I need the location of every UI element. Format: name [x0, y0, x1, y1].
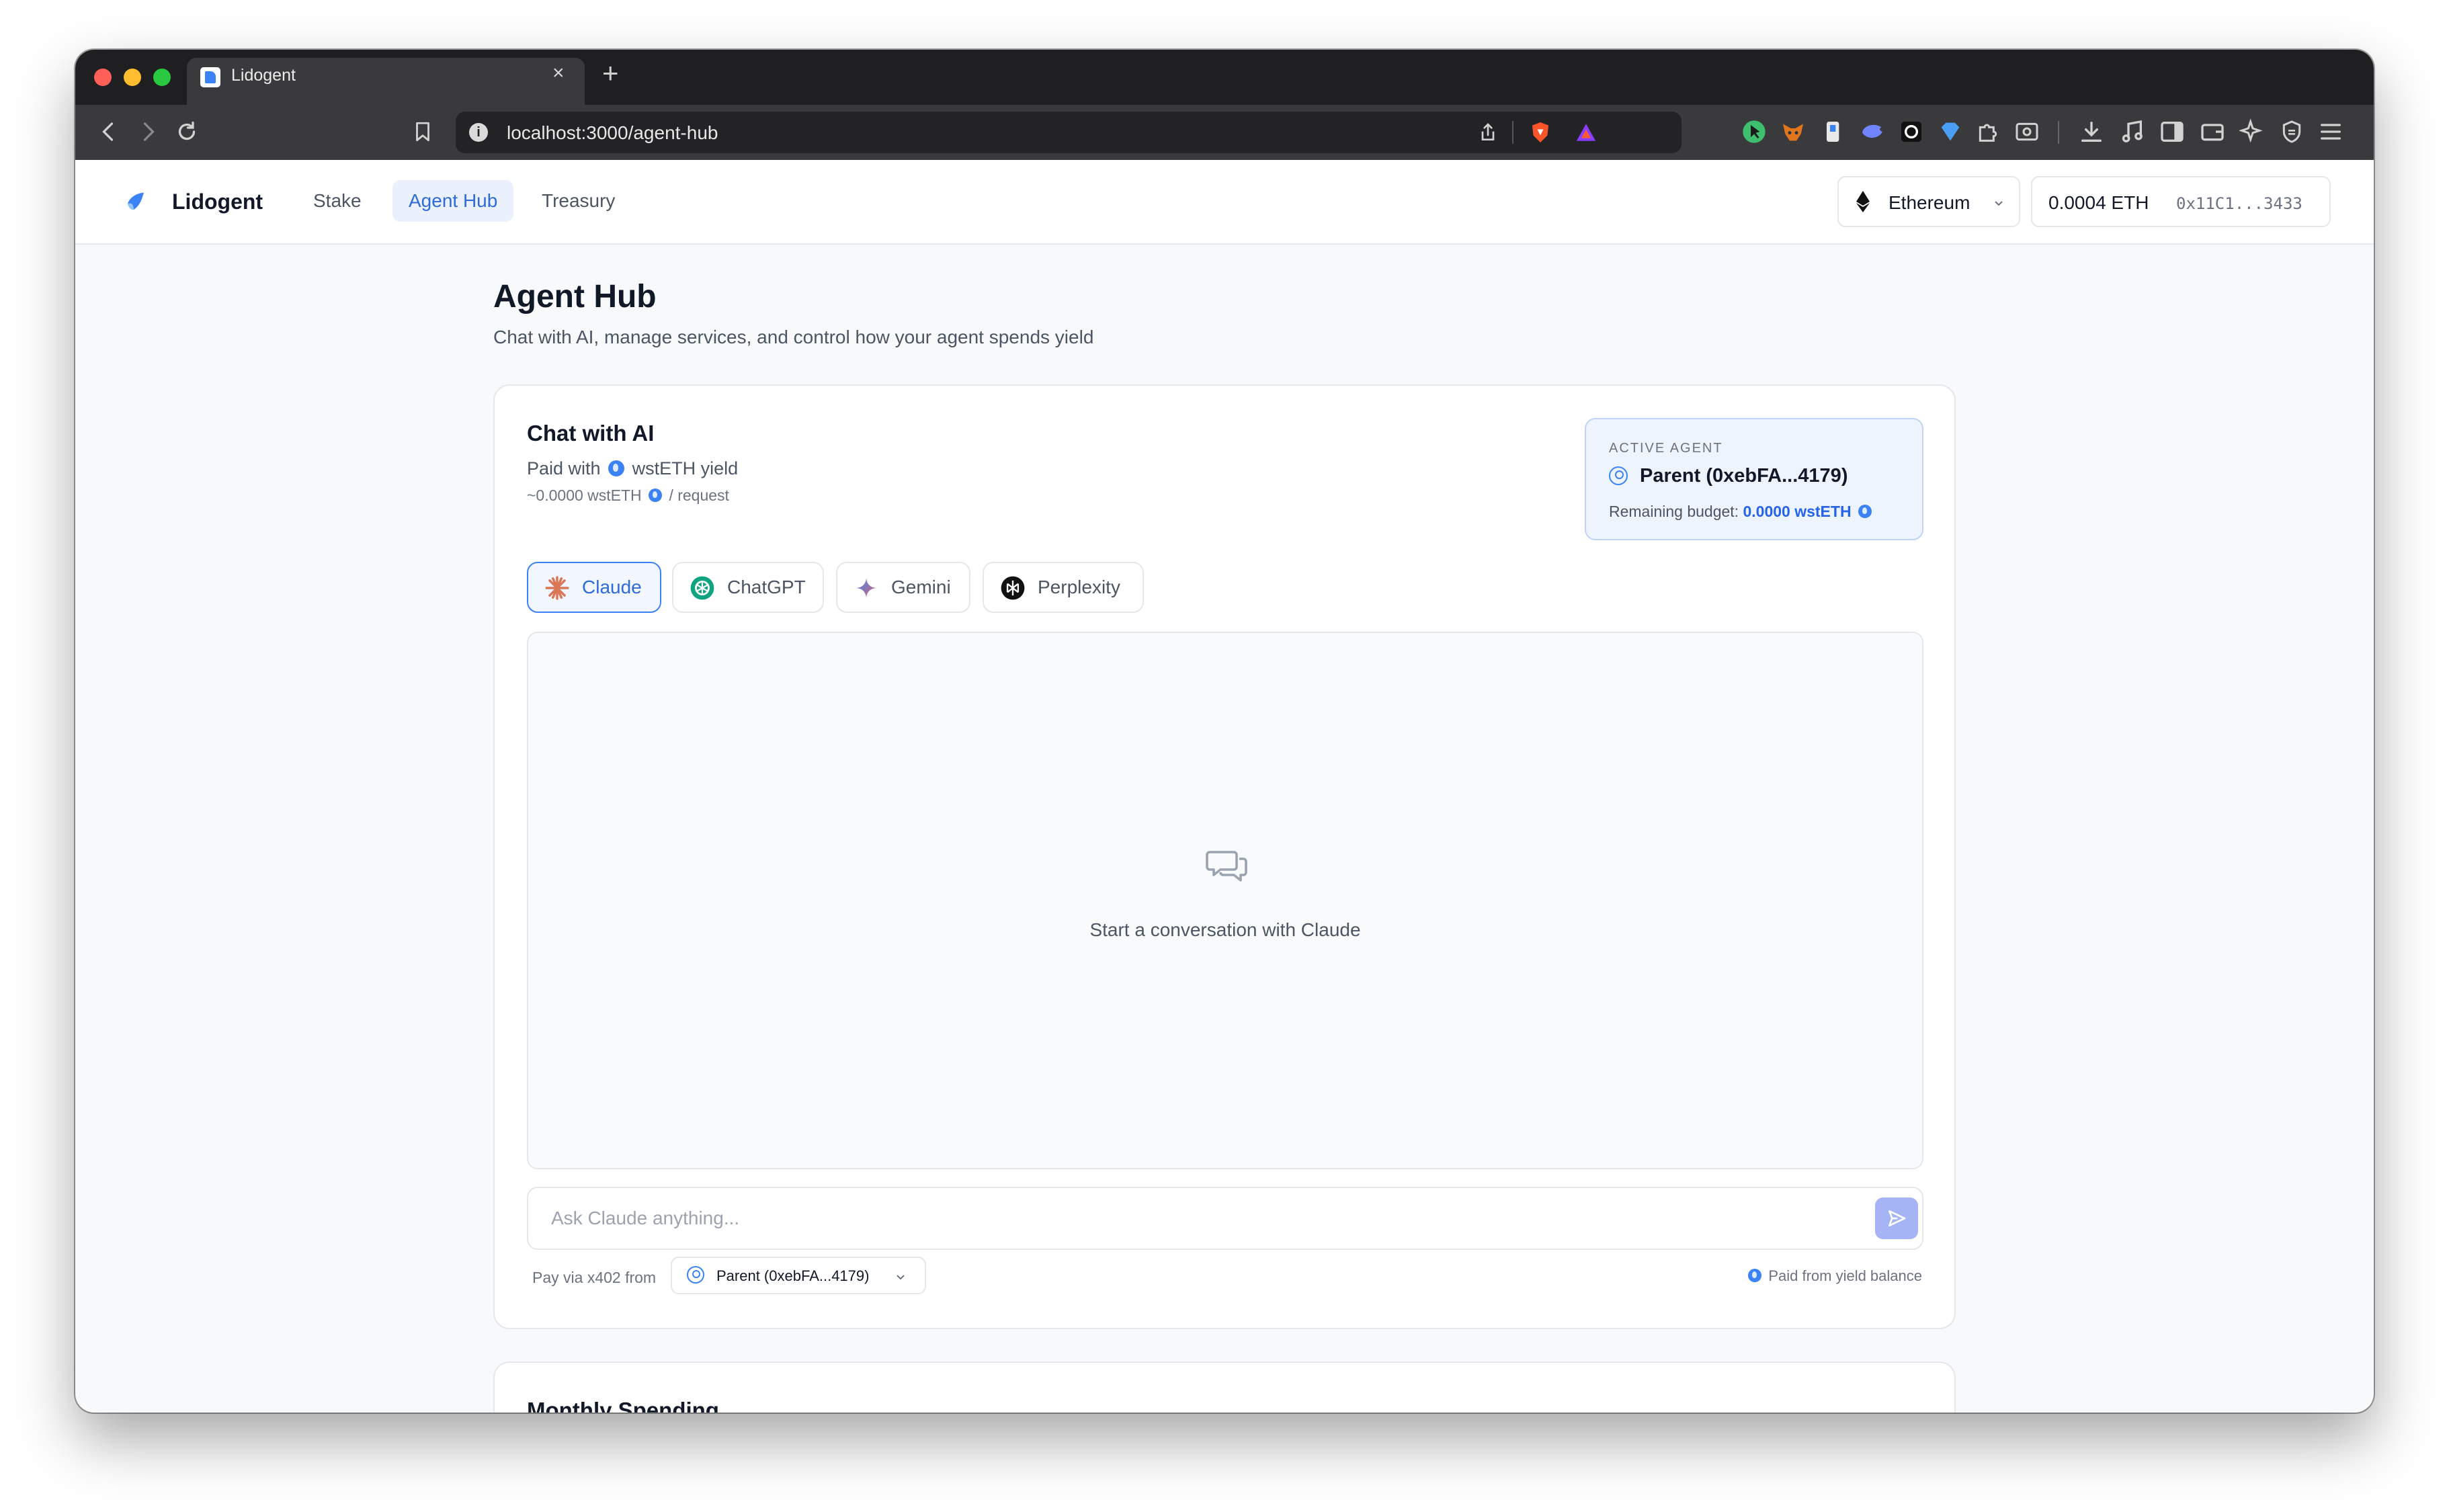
divider	[1512, 121, 1513, 144]
wallet-balance: 0.0004 ETH	[2048, 192, 2149, 213]
model-tab-gemini[interactable]: Gemini	[836, 562, 970, 613]
model-label-perplexity: Perplexity	[1038, 577, 1120, 597]
active-agent-kicker: ACTIVE AGENT	[1609, 441, 1723, 456]
paid-with-line: Paid with wstETH yield	[527, 458, 738, 479]
rabby-icon[interactable]	[1859, 118, 1886, 145]
brave-rewards-icon[interactable]	[1574, 121, 1598, 144]
model-label-claude: Claude	[582, 577, 642, 597]
chat-input-row	[527, 1187, 1923, 1250]
back-icon[interactable]	[97, 120, 121, 144]
cost-suffix: / request	[669, 487, 729, 504]
model-tab-claude[interactable]: Claude	[527, 562, 661, 613]
brand-name[interactable]: Lidogent	[172, 190, 263, 214]
nav-treasury[interactable]: Treasury	[526, 180, 631, 222]
reload-icon[interactable]	[175, 120, 199, 144]
wsteth-icon	[1858, 505, 1872, 518]
maximize-window-button[interactable]	[153, 69, 171, 86]
page-title: Agent Hub	[493, 279, 657, 314]
network-selector[interactable]: Ethereum	[1837, 176, 2020, 227]
chat-messages-area[interactable]: Start a conversation with Claude	[527, 632, 1923, 1169]
perplexity-icon	[1001, 576, 1025, 600]
remaining-budget: Remaining budget: 0.0000 wstETH	[1609, 503, 1874, 521]
chat-bubbles-icon	[1206, 851, 1247, 882]
music-icon[interactable]	[2118, 118, 2145, 145]
paid-from-text: Paid from yield balance	[1768, 1267, 1922, 1284]
wsteth-icon	[649, 489, 663, 502]
site-info-icon[interactable]: i	[469, 123, 488, 142]
paid-token: wstETH yield	[632, 458, 739, 478]
screenshot-icon[interactable]	[2014, 118, 2040, 145]
leo-ai-icon[interactable]	[2239, 118, 2266, 145]
new-tab-button[interactable]: +	[602, 59, 619, 87]
bookmark-icon[interactable]	[411, 120, 434, 144]
extension-s-icon[interactable]	[1898, 118, 1925, 145]
minimize-window-button[interactable]	[124, 69, 141, 86]
send-button[interactable]	[1875, 1198, 1918, 1239]
app-header: Lidogent Stake Agent Hub Treasury Ethere…	[75, 160, 2374, 245]
user-circle-icon	[1609, 466, 1628, 485]
address-bar[interactable]: i localhost:3000/agent-hub	[456, 112, 1682, 153]
forward-icon[interactable]	[136, 120, 160, 144]
wallet-address: 0x11C1...3433	[2176, 194, 2302, 213]
wsteth-icon	[1748, 1269, 1762, 1282]
chat-card-title: Chat with AI	[527, 421, 655, 446]
toolbar-divider	[2058, 121, 2059, 144]
pay-source-label: Parent (0xebFA...4179)	[716, 1267, 870, 1284]
chevron-down-icon	[897, 1275, 905, 1280]
brave-shields-icon[interactable]	[1528, 120, 1552, 145]
chat-input[interactable]	[530, 1189, 1793, 1247]
wallet-icon[interactable]	[2199, 118, 2226, 145]
browser-toolbar: i localhost:3000/agent-hub	[75, 105, 2374, 160]
budget-label: Remaining budget:	[1609, 503, 1739, 520]
paid-from-note: Paid from yield balance	[1745, 1267, 1922, 1285]
model-label-chatgpt: ChatGPT	[727, 577, 806, 597]
gemini-icon	[856, 577, 877, 599]
chevron-down-icon	[1995, 201, 2003, 206]
chatgpt-icon	[690, 576, 714, 600]
chat-card: Chat with AI Paid with wstETH yield ~0.0…	[493, 384, 1956, 1329]
paid-prefix: Paid with	[527, 458, 601, 478]
extensions-puzzle-icon[interactable]	[1975, 118, 2001, 145]
pay-source-select[interactable]: Parent (0xebFA...4179)	[671, 1257, 926, 1294]
close-window-button[interactable]	[94, 69, 112, 86]
claude-icon	[545, 576, 569, 600]
tab-close-icon[interactable]: ×	[552, 63, 565, 83]
cost-amount: ~0.0000 wstETH	[527, 487, 642, 504]
wallet-extension-icon[interactable]	[1820, 118, 1847, 145]
download-icon[interactable]	[2078, 118, 2105, 145]
cost-per-request: ~0.0000 wstETH / request	[527, 487, 729, 505]
tab-strip: Lidogent × +	[75, 50, 2374, 105]
page-subtitle: Chat with AI, manage services, and contr…	[493, 327, 1094, 347]
network-label: Ethereum	[1888, 192, 1970, 213]
share-icon[interactable]	[1477, 121, 1499, 144]
pay-via-label: Pay via x402 from	[532, 1269, 657, 1286]
chat-empty-state: Start a conversation with Claude	[1089, 919, 1361, 940]
favicon-icon	[200, 67, 220, 87]
metamask-icon[interactable]	[1780, 118, 1807, 145]
nav-agent-hub[interactable]: Agent Hub	[392, 180, 514, 222]
user-circle-icon	[687, 1266, 704, 1284]
extension-cursor-icon[interactable]	[1741, 118, 1768, 145]
wsteth-icon	[608, 460, 625, 476]
model-label-gemini: Gemini	[891, 577, 951, 597]
ethereum-icon	[1856, 191, 1870, 212]
send-icon	[1888, 1210, 1906, 1226]
budget-value: 0.0000 wstETH	[1743, 503, 1852, 520]
browser-window: Lidogent × + i localhost:3000/agent-hub	[75, 50, 2374, 1413]
nav-stake[interactable]: Stake	[297, 180, 378, 222]
model-tab-chatgpt[interactable]: ChatGPT	[672, 562, 824, 613]
diamond-extension-icon[interactable]	[1937, 118, 1964, 145]
active-agent-name: Parent (0xebFA...4179)	[1640, 465, 1848, 487]
vpn-shield-icon[interactable]	[2278, 118, 2305, 145]
model-tab-perplexity[interactable]: Perplexity	[983, 562, 1144, 613]
wallet-account-button[interactable]: 0.0004 ETH 0x11C1...3433	[2031, 176, 2331, 227]
lidogent-logo-icon[interactable]	[124, 190, 148, 214]
sidebar-icon[interactable]	[2159, 118, 2186, 145]
active-agent-panel: ACTIVE AGENT Parent (0xebFA...4179) Rema…	[1585, 418, 1923, 540]
menu-icon[interactable]	[2317, 118, 2344, 145]
monthly-spending-title: Monthly Spending	[527, 1398, 719, 1413]
url-text[interactable]: localhost:3000/agent-hub	[507, 122, 718, 144]
tab-title: Lidogent	[231, 66, 296, 85]
monthly-spending-card: Monthly Spending	[493, 1361, 1956, 1413]
